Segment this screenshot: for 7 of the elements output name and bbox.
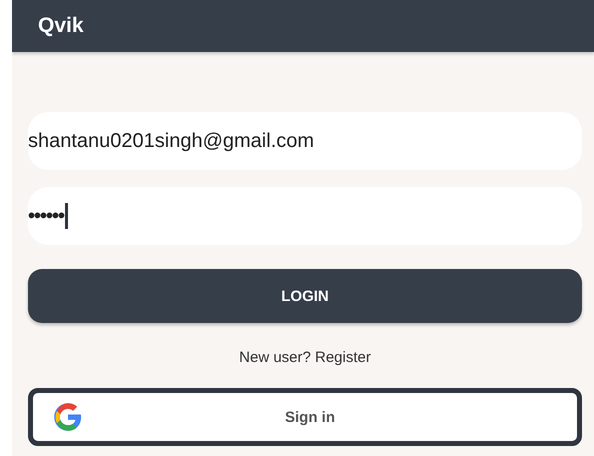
google-sign-in-button[interactable]: Sign in	[28, 388, 582, 446]
email-field[interactable]: shantanu0201singh@gmail.com	[28, 112, 582, 170]
login-button[interactable]: LOGIN	[28, 269, 582, 323]
register-link[interactable]: New user? Register	[239, 349, 371, 366]
password-field[interactable]: ••••••	[28, 187, 582, 245]
app-title: Qvik	[38, 14, 84, 38]
google-g-icon	[53, 402, 83, 432]
